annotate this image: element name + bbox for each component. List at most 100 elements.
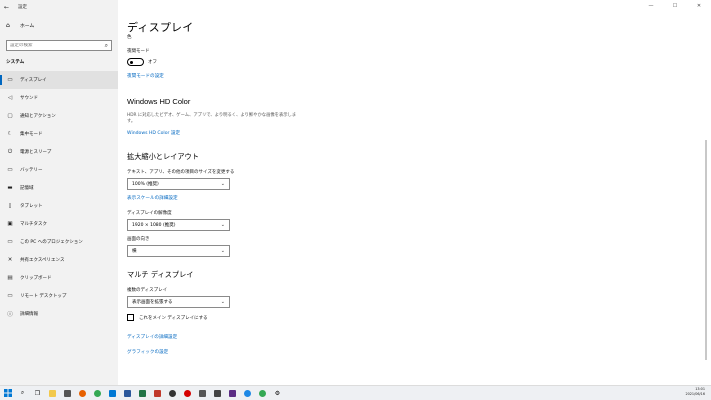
sidebar-item-label: この PC へのプロジェクション bbox=[20, 240, 83, 245]
back-button[interactable]: ← bbox=[4, 4, 14, 11]
sidebar-item-about[interactable]: ⓘ 詳細情報 bbox=[0, 305, 118, 323]
main-display-row: これをメイン ディスプレイにする bbox=[127, 314, 208, 321]
browser-icon[interactable] bbox=[255, 386, 270, 400]
sidebar-item-label: ディスプレイ bbox=[20, 78, 47, 83]
sidebar-item-label: クリップボード bbox=[20, 276, 52, 281]
sidebar-item-tablet[interactable]: ▯ タブレット bbox=[0, 197, 118, 215]
sidebar-item-label: リモート デスクトップ bbox=[20, 294, 67, 299]
sidebar-item-label: 詳細情報 bbox=[20, 312, 38, 317]
firefox-icon[interactable] bbox=[75, 386, 90, 400]
main-display-checkbox[interactable] bbox=[127, 314, 134, 321]
advanced-display-link[interactable]: ディスプレイの詳細設定 bbox=[127, 334, 177, 340]
sidebar-item-remote-desktop[interactable]: ▭ リモート デスクトップ bbox=[0, 287, 118, 305]
hdr-heading: Windows HD Color bbox=[127, 97, 191, 106]
resolution-label: ディスプレイの解像度 bbox=[127, 211, 172, 216]
sidebar-item-storage[interactable]: ▬ 記憶域 bbox=[0, 179, 118, 197]
red-app-icon[interactable] bbox=[180, 386, 195, 400]
chevron-down-icon: ⌄ bbox=[220, 299, 225, 305]
mail-icon[interactable] bbox=[105, 386, 120, 400]
night-light-settings-link[interactable]: 夜間モードの設定 bbox=[127, 73, 164, 79]
search-icon[interactable]: ⌕ bbox=[105, 42, 108, 50]
sidebar-nav: ▭ ディスプレイ ◁ サウンド ▢ 通知とアクション ☾ 集中モード ⏻ 電源とスリープ … bbox=[0, 71, 118, 323]
close-button[interactable]: ✕ bbox=[687, 0, 711, 12]
advanced-scaling-link[interactable]: 表示スケールの詳細設定 bbox=[127, 195, 178, 201]
orientation-dropdown[interactable]: 横 ⌄ bbox=[127, 245, 230, 257]
battery-icon: ▭ bbox=[7, 167, 13, 173]
search-icon[interactable]: ⌕ bbox=[15, 386, 30, 400]
scale-dropdown[interactable]: 100% (推奨) ⌄ bbox=[127, 178, 230, 190]
info-icon: ⓘ bbox=[7, 312, 13, 318]
start-icon[interactable] bbox=[0, 386, 15, 400]
sidebar-item-label: バッテリー bbox=[20, 168, 43, 173]
word-icon[interactable] bbox=[120, 386, 135, 400]
sidebar-item-shared[interactable]: ✕ 共有エクスペリエンス bbox=[0, 251, 118, 269]
sidebar-item-notifications[interactable]: ▢ 通知とアクション bbox=[0, 107, 118, 125]
gallery-icon[interactable] bbox=[195, 386, 210, 400]
sidebar-item-clipboard[interactable]: ▤ クリップボード bbox=[0, 269, 118, 287]
chat-icon[interactable] bbox=[240, 386, 255, 400]
sidebar-item-label: マルチタスク bbox=[20, 222, 47, 227]
home-icon: ⌂ bbox=[6, 21, 10, 29]
night-light-toggle-row: オフ bbox=[127, 58, 157, 66]
night-light-toggle[interactable] bbox=[127, 58, 144, 66]
chrome-icon[interactable] bbox=[90, 386, 105, 400]
chevron-down-icon: ⌄ bbox=[220, 181, 225, 187]
color-section-label: 色 bbox=[127, 35, 132, 40]
sidebar-item-home[interactable]: ⌂ ホーム bbox=[0, 18, 118, 32]
remote-desktop-icon: ▭ bbox=[7, 293, 13, 299]
graphics-settings-link[interactable]: グラフィックの設定 bbox=[127, 349, 168, 355]
storage-icon: ▬ bbox=[7, 185, 13, 191]
clock-date: 2021/06/16 bbox=[685, 392, 705, 396]
sidebar-item-battery[interactable]: ▭ バッテリー bbox=[0, 161, 118, 179]
page-title: ディスプレイ bbox=[127, 21, 194, 34]
section-title: システム bbox=[6, 60, 25, 65]
night-light-state: オフ bbox=[148, 60, 157, 65]
sidebar-item-display[interactable]: ▭ ディスプレイ bbox=[0, 71, 118, 89]
purple-app-icon[interactable] bbox=[225, 386, 240, 400]
orientation-label: 画面の向き bbox=[127, 237, 150, 242]
orientation-value: 横 bbox=[132, 249, 137, 254]
chevron-down-icon: ⌄ bbox=[220, 222, 225, 228]
multi-display-heading: マルチ ディスプレイ bbox=[127, 270, 194, 279]
search-box[interactable]: ⌕ bbox=[6, 40, 112, 51]
hdr-description: HDR に対応したビデオ、ゲーム、アプリで、より明るく、より鮮やかな画像を表示し… bbox=[127, 113, 297, 124]
system-clock[interactable]: 13:01 2021/06/16 bbox=[685, 387, 705, 397]
scale-value: 100% (推奨) bbox=[132, 182, 159, 187]
paint-icon[interactable] bbox=[150, 386, 165, 400]
moon-icon: ☾ bbox=[7, 131, 13, 137]
sidebar-item-multitask[interactable]: ▣ マルチタスク bbox=[0, 215, 118, 233]
task-view-icon[interactable]: ❐ bbox=[30, 386, 45, 400]
terminal-icon[interactable] bbox=[210, 386, 225, 400]
sidebar-item-label: 共有エクスペリエンス bbox=[20, 258, 65, 263]
resolution-dropdown[interactable]: 1920 × 1080 (推奨) ⌄ bbox=[127, 219, 230, 231]
sidebar-item-label: 集中モード bbox=[20, 132, 43, 137]
sidebar-item-label: タブレット bbox=[20, 204, 43, 209]
taskbar: ⌕ ❐ ⚙ 13:01 2021/06/16 bbox=[0, 385, 711, 400]
sidebar-item-projection[interactable]: ▭ この PC へのプロジェクション bbox=[0, 233, 118, 251]
projection-icon: ▭ bbox=[7, 239, 13, 245]
settings-icon[interactable]: ⚙ bbox=[270, 386, 285, 400]
sidebar-item-label: 記憶域 bbox=[20, 186, 34, 191]
notification-icon: ▢ bbox=[7, 113, 13, 119]
sidebar-item-sound[interactable]: ◁ サウンド bbox=[0, 89, 118, 107]
title-bar: ← 設定 bbox=[0, 0, 118, 14]
scrollbar[interactable] bbox=[705, 140, 707, 360]
chevron-down-icon: ⌄ bbox=[220, 248, 225, 254]
multi-display-dropdown[interactable]: 表示画面を拡張する ⌄ bbox=[127, 296, 230, 308]
store-icon[interactable] bbox=[60, 386, 75, 400]
night-light-label: 夜間モード bbox=[127, 49, 150, 54]
media-icon[interactable] bbox=[165, 386, 180, 400]
excel-icon[interactable] bbox=[135, 386, 150, 400]
sidebar-item-label: サウンド bbox=[20, 96, 38, 101]
sidebar-item-focus[interactable]: ☾ 集中モード bbox=[0, 125, 118, 143]
sidebar-item-power[interactable]: ⏻ 電源とスリープ bbox=[0, 143, 118, 161]
search-input[interactable] bbox=[10, 43, 100, 48]
clipboard-icon: ▤ bbox=[7, 275, 13, 281]
sidebar-item-label: 通知とアクション bbox=[20, 114, 56, 119]
explorer-icon[interactable] bbox=[45, 386, 60, 400]
scale-label: テキスト、アプリ、その他の項目のサイズを変更する bbox=[127, 170, 235, 175]
monitor-icon: ▭ bbox=[7, 77, 13, 83]
power-icon: ⏻ bbox=[7, 148, 13, 155]
hdr-settings-link[interactable]: Windows HD Color 設定 bbox=[127, 130, 180, 136]
share-icon: ✕ bbox=[7, 257, 13, 263]
